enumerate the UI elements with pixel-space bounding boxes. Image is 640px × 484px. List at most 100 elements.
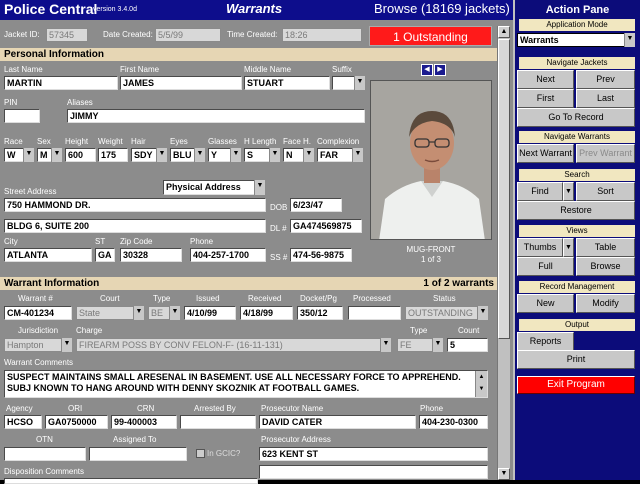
find-dropdown-icon[interactable]: ▼ — [563, 182, 574, 201]
full-view-button[interactable]: Full — [517, 257, 574, 276]
find-button[interactable]: Find — [517, 182, 563, 201]
prosecutor-address-field[interactable]: 623 KENT ST — [259, 447, 488, 461]
warrant-type-dropdown-icon[interactable]: ▼ — [169, 306, 180, 320]
last-jacket-button[interactable]: Last — [576, 89, 635, 108]
agency-field[interactable]: HCSO — [4, 415, 42, 429]
faceh-dropdown-icon[interactable]: ▼ — [303, 148, 314, 162]
dl-field[interactable]: GA474569875 — [290, 219, 362, 233]
status-select[interactable]: OUTSTANDING — [405, 306, 488, 320]
scroll-thumb[interactable] — [498, 39, 510, 339]
next-jacket-button[interactable]: Next — [517, 70, 574, 89]
last-name-field[interactable]: MARTIN — [4, 76, 118, 90]
table-view-button[interactable]: Table — [576, 238, 635, 257]
first-name-field[interactable]: JAMES — [120, 76, 242, 90]
photo-next-button[interactable]: ▶ — [434, 64, 446, 76]
app-version: version 3.4.0d — [93, 6, 137, 13]
first-jacket-button[interactable]: First — [517, 89, 574, 108]
processed-label: Processed — [353, 294, 391, 303]
jurisdiction-dropdown-icon[interactable]: ▼ — [61, 338, 72, 352]
charge-dropdown-icon[interactable]: ▼ — [380, 338, 391, 352]
pin-field[interactable] — [4, 109, 40, 123]
glasses-dropdown-icon[interactable]: ▼ — [230, 148, 241, 162]
sort-button[interactable]: Sort — [576, 182, 635, 201]
print-button[interactable]: Print — [517, 350, 635, 369]
prosecutor-phone-field[interactable]: 404-230-0300 — [419, 415, 488, 429]
first-name-label: First Name — [120, 65, 160, 74]
court-dropdown-icon[interactable]: ▼ — [133, 306, 144, 320]
dob-field[interactable]: 6/23/47 — [290, 198, 342, 212]
street-line1-field[interactable]: 750 HAMMOND DR. — [4, 198, 266, 212]
exit-program-button[interactable]: Exit Program — [517, 376, 635, 394]
next-warrant-button[interactable]: Next Warrant — [517, 144, 574, 163]
otn-field[interactable] — [4, 447, 86, 461]
middle-name-field[interactable]: STUART — [244, 76, 330, 90]
ss-field[interactable]: 474-56-9875 — [290, 248, 352, 262]
mugshot-photo[interactable] — [370, 80, 492, 240]
prosecutor-address-line2[interactable] — [259, 465, 488, 479]
prev-warrant-button[interactable]: Prev Warrant — [576, 144, 635, 163]
race-dropdown-icon[interactable]: ▼ — [23, 148, 34, 162]
weight-field[interactable]: 175 — [98, 148, 128, 162]
received-field[interactable]: 4/18/99 — [240, 306, 293, 320]
comments-scrollbar[interactable]: ▲ ▼ — [475, 371, 487, 397]
goto-record-button[interactable]: Go To Record — [517, 108, 635, 127]
title-bar: Police Central version 3.4.0d Warrants B… — [0, 0, 513, 20]
zip-field[interactable]: 30328 — [120, 248, 182, 262]
thumbs-dropdown-icon[interactable]: ▼ — [563, 238, 574, 257]
glasses-label: Glasses — [208, 137, 237, 146]
prev-jacket-button[interactable]: Prev — [576, 70, 635, 89]
suffix-dropdown-icon[interactable]: ▼ — [354, 76, 365, 90]
issued-field[interactable]: 4/10/99 — [184, 306, 236, 320]
complexion-dropdown-icon[interactable]: ▼ — [352, 148, 363, 162]
eyes-dropdown-icon[interactable]: ▼ — [194, 148, 205, 162]
modify-record-button[interactable]: Modify — [576, 294, 635, 313]
assigned-to-field[interactable] — [89, 447, 187, 461]
state-field[interactable]: GA — [95, 248, 115, 262]
app-mode-select[interactable]: Warrants — [517, 33, 635, 47]
reports-button[interactable]: Reports — [517, 332, 574, 351]
crn-field[interactable]: 99-400003 — [111, 415, 177, 429]
warrant-comments-field[interactable]: SUSPECT MAINTAINS SMALL ARESENAL IN BASE… — [4, 370, 488, 398]
new-record-button[interactable]: New — [517, 294, 574, 313]
browse-view-button[interactable]: Browse — [576, 257, 635, 276]
height-field[interactable]: 600 — [65, 148, 96, 162]
time-created-label: Time Created: — [227, 30, 278, 39]
hlength-dropdown-icon[interactable]: ▼ — [269, 148, 280, 162]
charge-type-dropdown-icon[interactable]: ▼ — [432, 338, 443, 352]
street-line2-field[interactable]: BLDG 6, SUITE 200 — [4, 219, 266, 233]
scroll-up-icon[interactable]: ▲ — [498, 26, 510, 38]
city-field[interactable]: ATLANTA — [4, 248, 92, 262]
charge-select[interactable]: FIREARM POSS BY CONV FELON-F- (16-11-131… — [76, 338, 391, 352]
arrested-by-label: Arrested By — [194, 404, 236, 413]
photo-count: 1 of 3 — [420, 255, 441, 264]
aliases-field[interactable]: JIMMY — [67, 109, 365, 123]
docket-field[interactable]: 350/12 — [297, 306, 343, 320]
dob-label: DOB — [270, 203, 288, 212]
restore-button[interactable]: Restore — [517, 201, 635, 220]
warrant-num-field[interactable]: CM-401234 — [4, 306, 72, 320]
scroll-down-icon[interactable]: ▼ — [498, 468, 510, 480]
thumbs-button[interactable]: Thumbs — [517, 238, 563, 257]
address-type-dropdown-icon[interactable]: ▼ — [254, 180, 265, 195]
prosecutor-name-field[interactable]: DAVID CATER — [259, 415, 416, 429]
agency-label: Agency — [6, 404, 33, 413]
in-gcic-checkbox[interactable] — [196, 449, 205, 458]
ss-label: SS # — [270, 253, 288, 262]
phone-field[interactable]: 404-257-1700 — [190, 248, 266, 262]
sex-dropdown-icon[interactable]: ▼ — [51, 148, 62, 162]
ori-field[interactable]: GA0750000 — [45, 415, 108, 429]
race-label: Race — [4, 137, 23, 146]
app-mode-dropdown-icon[interactable]: ▼ — [624, 33, 635, 47]
address-type-select[interactable]: Physical Address — [163, 180, 265, 195]
arrested-by-field[interactable] — [180, 415, 256, 429]
aliases-label: Aliases — [67, 98, 93, 107]
hair-dropdown-icon[interactable]: ▼ — [156, 148, 167, 162]
vertical-scrollbar[interactable]: ▲ ▼ — [497, 26, 510, 480]
disposition-comments-field[interactable] — [4, 478, 258, 484]
main-form: Jacket ID: 57345 Date Created: 5/5/99 Ti… — [0, 20, 513, 484]
status-dropdown-icon[interactable]: ▼ — [477, 306, 488, 320]
count-field[interactable]: 5 — [447, 338, 488, 352]
processed-field[interactable] — [348, 306, 401, 320]
photo-prev-button[interactable]: ◀ — [421, 64, 433, 76]
street-address-label: Street Address — [4, 187, 57, 196]
